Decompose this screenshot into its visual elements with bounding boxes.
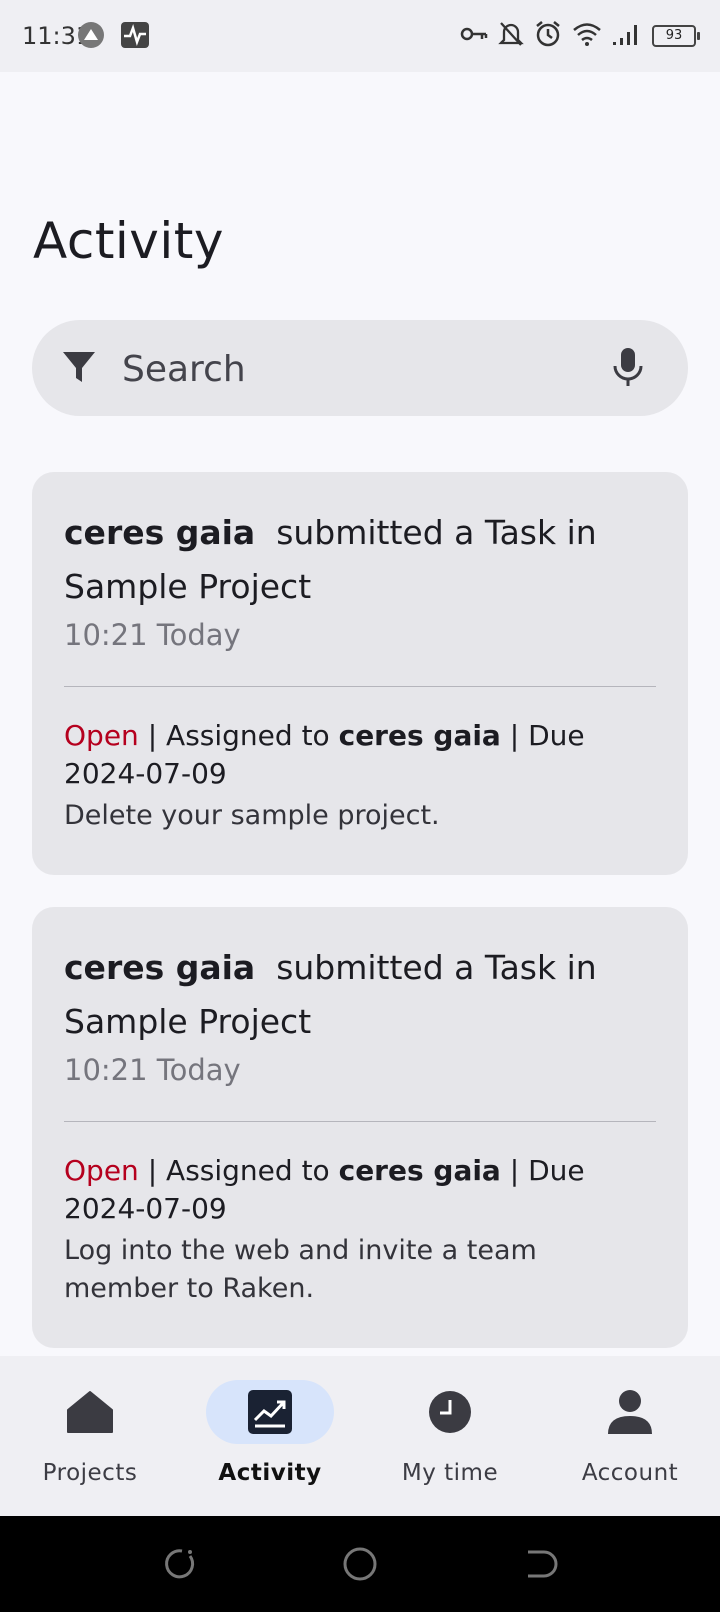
card-time: 10:21 Today	[64, 1053, 241, 1087]
home-button-icon[interactable]	[342, 1546, 378, 1586]
page-title: Activity	[33, 212, 224, 270]
signal-icon	[612, 22, 642, 50]
card-user[interactable]: ceres gaia	[64, 948, 255, 987]
card-headline: ceres gaia submitted a Task in Sample Pr…	[64, 941, 656, 1049]
system-nav-bar	[0, 1516, 720, 1612]
activity-monitor-icon	[120, 21, 150, 53]
card-project[interactable]: Sample Project	[64, 1002, 311, 1041]
person-icon	[604, 1386, 656, 1438]
bell-off-icon	[498, 20, 524, 52]
vpn-app-icon	[76, 20, 106, 54]
card-divider	[64, 686, 656, 687]
card-project[interactable]: Sample Project	[64, 567, 311, 606]
recents-icon[interactable]	[162, 1546, 198, 1586]
nav-label: Projects	[42, 1460, 138, 1486]
nav-item-account[interactable]: Account	[540, 1356, 720, 1516]
search-bar[interactable]	[32, 320, 688, 416]
status-badge: Open	[64, 1154, 139, 1187]
status-bar: 11:31 93	[0, 0, 720, 72]
key-icon	[460, 24, 488, 48]
filter-icon[interactable]	[62, 350, 96, 390]
status-badge: Open	[64, 719, 139, 752]
back-icon[interactable]	[522, 1546, 558, 1586]
nav-item-projects[interactable]: Projects	[0, 1356, 180, 1516]
bottom-nav: Projects Activity My time Account	[0, 1356, 720, 1516]
card-time: 10:21 Today	[64, 618, 241, 652]
nav-item-activity[interactable]: Activity	[180, 1356, 360, 1516]
mic-icon[interactable]	[612, 346, 644, 392]
card-divider	[64, 1121, 656, 1122]
activity-card[interactable]: ceres gaia submitted a Task in Sample Pr…	[32, 907, 688, 1348]
card-description: Delete your sample project.	[64, 800, 440, 831]
card-assignee: ceres gaia	[338, 719, 501, 752]
wifi-icon	[572, 22, 602, 50]
card-headline: ceres gaia submitted a Task in Sample Pr…	[64, 506, 656, 614]
search-input[interactable]	[120, 344, 594, 394]
card-action: submitted a Task in	[276, 513, 597, 552]
battery-indicator: 93	[652, 25, 700, 47]
assigned-prefix: | Assigned to	[147, 719, 330, 752]
nav-item-my-time[interactable]: My time	[360, 1356, 540, 1516]
card-description: Log into the web and invite a team membe…	[64, 1235, 537, 1304]
activity-chart-icon	[244, 1386, 296, 1438]
nav-label: Activity	[218, 1460, 322, 1486]
card-meta: Open | Assigned to ceres gaia | Due 2024…	[64, 717, 656, 793]
assigned-prefix: | Assigned to	[147, 1154, 330, 1187]
card-user[interactable]: ceres gaia	[64, 513, 255, 552]
nav-label: My time	[401, 1460, 499, 1486]
alarm-icon	[534, 20, 562, 52]
nav-label: Account	[581, 1460, 679, 1486]
activity-card[interactable]: ceres gaia submitted a Task in Sample Pr…	[32, 472, 688, 875]
card-meta: Open | Assigned to ceres gaia | Due 2024…	[64, 1152, 656, 1228]
card-action: submitted a Task in	[276, 948, 597, 987]
home-icon	[64, 1386, 116, 1438]
card-assignee: ceres gaia	[338, 1154, 501, 1187]
clock-icon	[424, 1386, 476, 1438]
